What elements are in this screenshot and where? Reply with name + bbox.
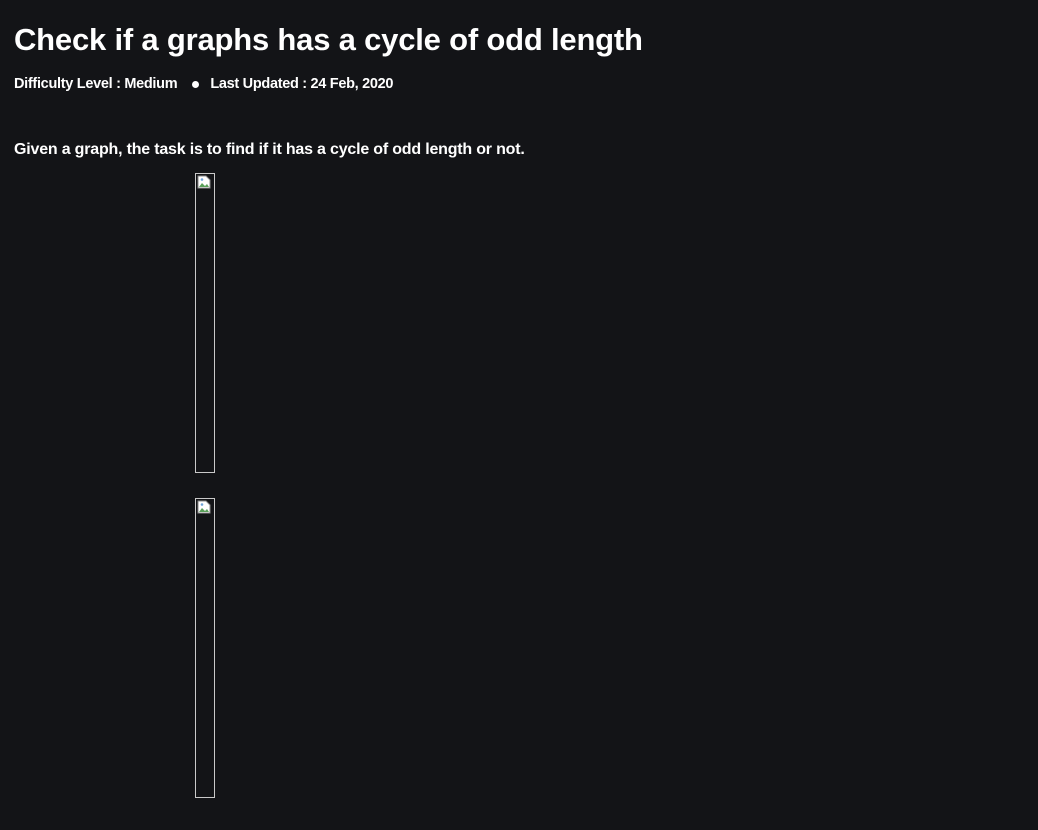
difficulty-level: Difficulty Level : Medium — [14, 76, 178, 92]
article-page: Check if a graphs has a cycle of odd len… — [0, 0, 1038, 830]
article-title: Check if a graphs has a cycle of odd len… — [14, 22, 643, 57]
article-meta: Difficulty Level : Medium Last Updated :… — [14, 74, 394, 94]
broken-image-icon — [197, 500, 211, 514]
broken-image-icon — [197, 175, 211, 189]
article-intro: Given a graph, the task is to find if it… — [14, 141, 525, 158]
graph-image-2 — [195, 498, 215, 798]
graph-image-1 — [195, 173, 215, 473]
separator-dot-icon — [192, 80, 200, 88]
last-updated: Last Updated : 24 Feb, 2020 — [210, 76, 394, 92]
